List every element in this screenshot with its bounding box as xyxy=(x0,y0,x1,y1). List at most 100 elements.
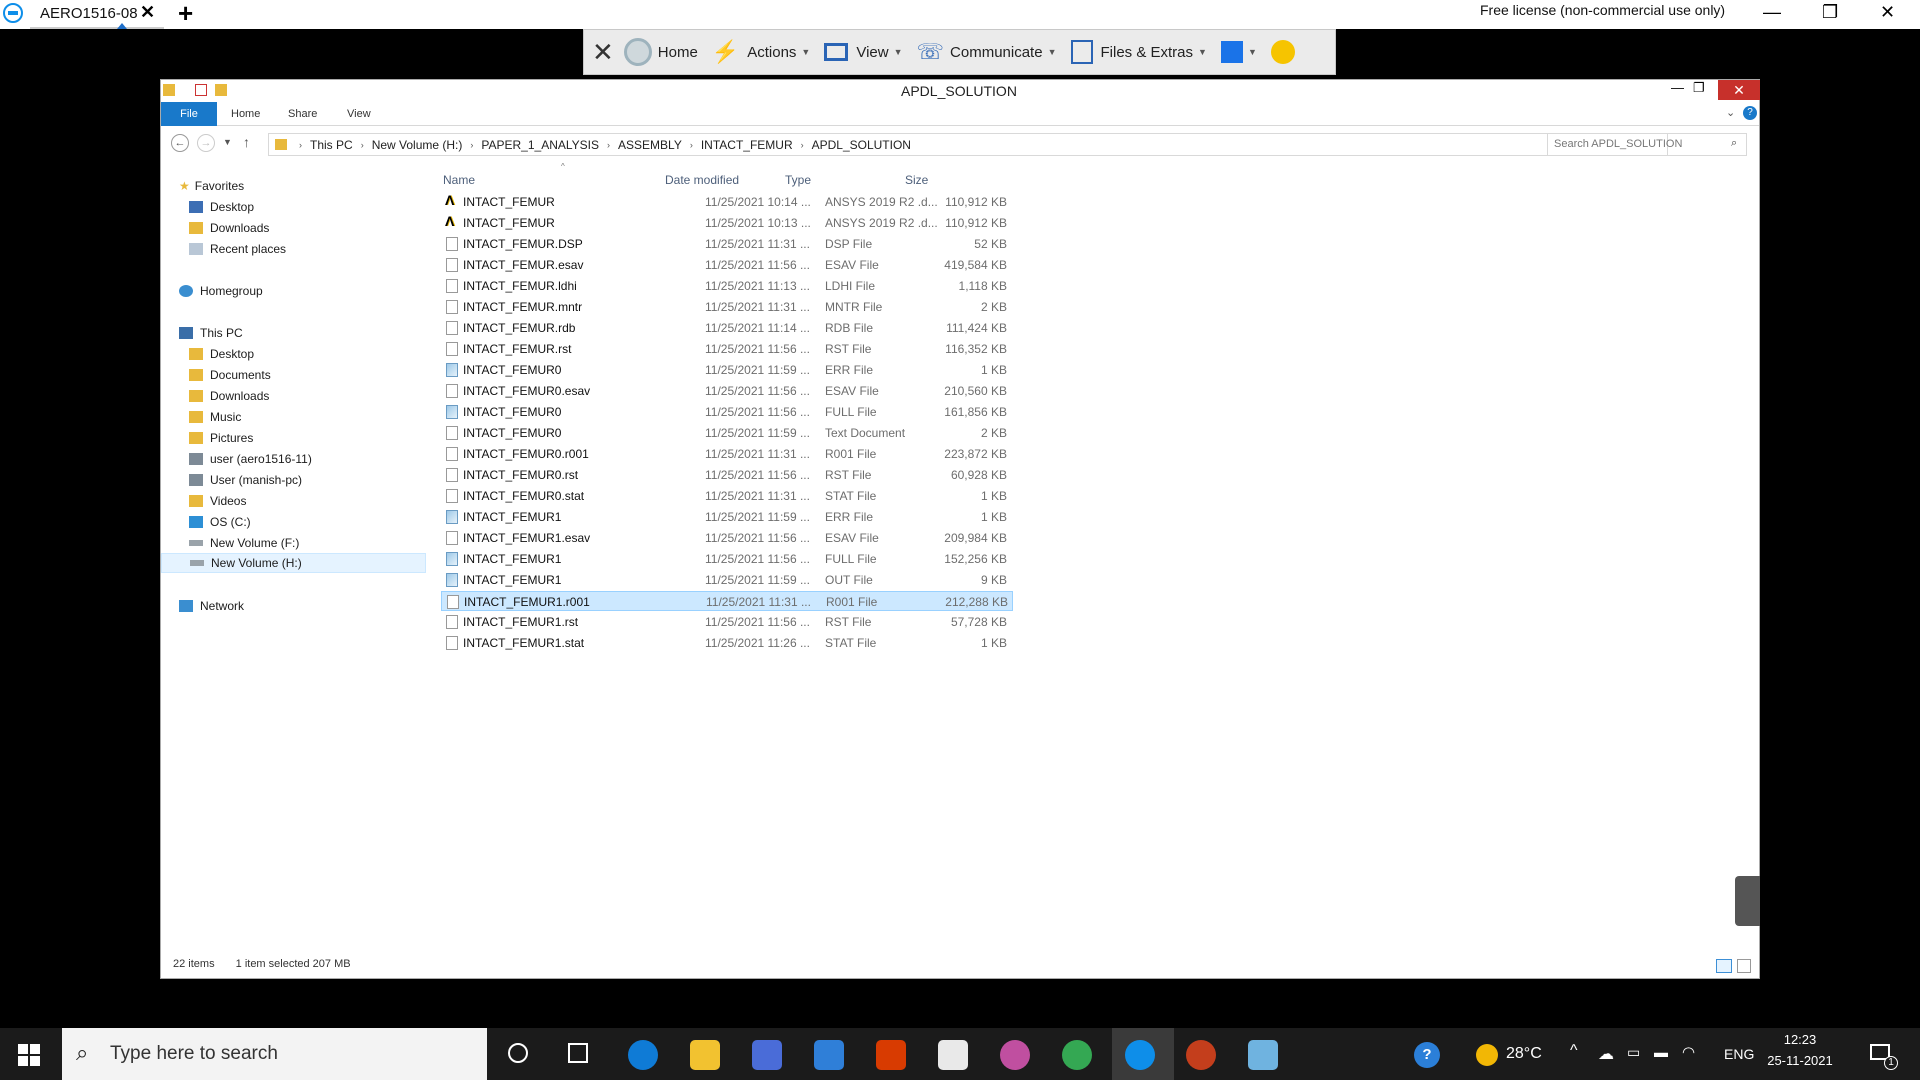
sidebar-item-os-c[interactable]: OS (C:) xyxy=(189,512,251,532)
file-row[interactable]: INTACT_FEMUR0.rst 11/25/2021 11:56 ... RST… xyxy=(441,465,1013,485)
onedrive-icon[interactable]: ☁ xyxy=(1598,1044,1614,1064)
breadcrumb-assembly[interactable]: ASSEMBLY xyxy=(618,138,682,152)
sidebar-item-volume-h[interactable]: New Volume (H:) xyxy=(161,553,426,573)
file-row[interactable]: INTACT_FEMUR1 11/25/2021 11:56 ... FULL Fi… xyxy=(441,549,1013,569)
file-row[interactable]: INTACT_FEMUR0.esav 11/25/2021 11:56 ... ES… xyxy=(441,381,1013,401)
file-row[interactable]: INTACT_FEMUR11/25/2021 10:14 ...ANSYS 20… xyxy=(441,192,1013,212)
column-header-name[interactable]: Name xyxy=(443,173,475,187)
column-header-date[interactable]: Date modified xyxy=(665,173,739,187)
weather-temperature[interactable]: 28°C xyxy=(1506,1045,1542,1063)
minimize-icon[interactable]: — xyxy=(1671,80,1684,95)
sidebar-item-network-drive-2[interactable]: User (manish-pc) xyxy=(189,470,302,490)
breadcrumb-intact-femur[interactable]: INTACT_FEMUR xyxy=(701,138,793,152)
up-icon[interactable]: ↑ xyxy=(243,134,250,150)
mail-icon[interactable] xyxy=(814,1040,844,1070)
sidebar-item-network[interactable]: Network xyxy=(179,596,244,616)
column-header-type[interactable]: Type xyxy=(785,173,811,187)
close-tab-icon[interactable]: ✕ xyxy=(140,2,155,23)
new-folder-icon[interactable] xyxy=(215,84,227,96)
file-row[interactable]: INTACT_FEMUR1 11/25/2021 11:59 ... OUT Fil… xyxy=(441,570,1013,590)
sidebar-item-homegroup[interactable]: Homegroup xyxy=(179,281,263,301)
file-row[interactable]: INTACT_FEMUR.rst 11/25/2021 11:56 ... RST … xyxy=(441,339,1013,359)
expand-ribbon-icon[interactable]: ⌄ xyxy=(1726,106,1735,119)
breadcrumb-separator[interactable]: › xyxy=(801,140,804,150)
mechanical-app-icon[interactable] xyxy=(1248,1040,1278,1070)
close-session-icon[interactable]: ✕ xyxy=(592,37,614,68)
language-indicator[interactable]: ENG xyxy=(1724,1046,1754,1062)
cortana-icon[interactable] xyxy=(508,1043,528,1063)
battery-icon[interactable]: ▬ xyxy=(1654,1044,1668,1060)
sidebar-item-pc-downloads[interactable]: Downloads xyxy=(189,386,269,406)
file-row[interactable]: INTACT_FEMUR.ldhi 11/25/2021 11:13 ... LDH… xyxy=(441,276,1013,296)
large-icons-view-icon[interactable] xyxy=(1737,959,1751,973)
feedback-smiley-icon[interactable] xyxy=(1270,40,1295,64)
address-bar[interactable]: › This PC › New Volume (H:) › PAPER_1_AN… xyxy=(268,133,1668,156)
file-row[interactable]: INTACT_FEMUR0.r001 11/25/2021 11:31 ... R0… xyxy=(441,444,1013,464)
edge-icon[interactable] xyxy=(628,1040,658,1070)
breadcrumb-this-pc[interactable]: This PC xyxy=(310,138,353,152)
file-row[interactable]: INTACT_FEMUR0 11/25/2021 11:56 ... FULL Fi… xyxy=(441,402,1013,422)
breadcrumb-separator[interactable]: › xyxy=(690,140,693,150)
column-header-size[interactable]: Size xyxy=(905,173,928,187)
file-row[interactable]: INTACT_FEMUR0.stat 11/25/2021 11:31 ... ST… xyxy=(441,486,1013,506)
details-view-icon[interactable] xyxy=(1716,959,1732,973)
search-icon[interactable]: ⌕ xyxy=(1731,137,1737,150)
breadcrumb-separator[interactable]: › xyxy=(607,140,610,150)
close-window-icon[interactable]: ✕ xyxy=(1880,2,1895,23)
maximize-icon[interactable]: ❐ xyxy=(1693,80,1705,96)
help-icon[interactable]: ? xyxy=(1743,106,1757,120)
sidebar-item-volume-f[interactable]: New Volume (F:) xyxy=(189,533,299,553)
sidebar-item-music[interactable]: Music xyxy=(189,407,241,427)
file-row[interactable]: INTACT_FEMUR0 11/25/2021 11:59 ... ERR Fil… xyxy=(441,360,1013,380)
teamviewer-side-handle[interactable] xyxy=(1735,876,1760,926)
session-tab[interactable]: AERO1516-08 ✕ xyxy=(30,0,164,29)
sidebar-item-favorites[interactable]: ★ Favorites xyxy=(179,176,244,196)
file-row[interactable]: INTACT_FEMUR1.rst 11/25/2021 11:56 ... RST… xyxy=(441,612,1013,632)
office-icon[interactable] xyxy=(876,1040,906,1070)
sidebar-item-downloads[interactable]: Downloads xyxy=(189,218,269,238)
communicate-menu[interactable]: ☏ Communicate ▼ xyxy=(917,39,1057,65)
home-button[interactable]: Home xyxy=(623,38,698,66)
breadcrumb-separator[interactable]: › xyxy=(470,140,473,150)
search-input[interactable]: Search APDL_SOLUTION xyxy=(1547,133,1747,156)
new-tab-icon[interactable]: + xyxy=(178,0,193,29)
sidebar-item-network-drive-1[interactable]: user (aero1516-11) xyxy=(189,449,312,469)
file-explorer-icon[interactable] xyxy=(690,1040,720,1070)
store-icon[interactable] xyxy=(752,1040,782,1070)
sidebar-item-pictures[interactable]: Pictures xyxy=(189,428,253,448)
sidebar-item-this-pc[interactable]: This PC xyxy=(179,323,243,343)
files-extras-menu[interactable]: Files & Extras ▼ xyxy=(1070,40,1207,64)
breadcrumb-apdl-solution[interactable]: APDL_SOLUTION xyxy=(812,138,911,152)
actions-menu[interactable]: ⚡ Actions ▼ xyxy=(712,39,811,65)
sidebar-item-documents[interactable]: Documents xyxy=(189,365,271,385)
properties-icon[interactable] xyxy=(195,84,207,96)
tab-home[interactable]: Home xyxy=(231,108,260,120)
file-row[interactable]: INTACT_FEMUR.esav 11/25/2021 11:56 ... ESA… xyxy=(441,255,1013,275)
forward-icon[interactable]: → xyxy=(197,134,215,152)
teamviewer-icon[interactable] xyxy=(1125,1040,1155,1070)
file-row[interactable]: INTACT_FEMUR.mntr 11/25/2021 11:31 ... MNT… xyxy=(441,297,1013,317)
file-row[interactable]: INTACT_FEMUR11/25/2021 10:13 ...ANSYS 20… xyxy=(441,213,1013,233)
document-app-icon[interactable] xyxy=(938,1040,968,1070)
breadcrumb-separator[interactable]: › xyxy=(361,140,364,150)
restore-icon[interactable]: ❐ xyxy=(1822,2,1838,23)
clock[interactable]: 12:23 25-11-2021 xyxy=(1760,1032,1840,1068)
file-row[interactable]: INTACT_FEMUR1.r001 11/25/2021 11:31 ... R0… xyxy=(441,591,1013,611)
sidebar-item-pc-desktop[interactable]: Desktop xyxy=(189,344,254,364)
help-icon[interactable]: ? xyxy=(1414,1042,1440,1068)
minimize-icon[interactable]: — xyxy=(1763,2,1781,23)
breadcrumb-new-volume[interactable]: New Volume (H:) xyxy=(372,138,463,152)
powerpoint-icon[interactable] xyxy=(1186,1040,1216,1070)
sidebar-item-recent[interactable]: Recent places xyxy=(189,239,286,259)
breadcrumb-separator[interactable]: › xyxy=(299,140,302,150)
start-button[interactable] xyxy=(18,1044,40,1066)
close-window-icon[interactable]: ✕ xyxy=(1718,80,1760,100)
back-icon[interactable]: ← xyxy=(171,134,189,152)
task-view-icon[interactable] xyxy=(568,1043,588,1063)
file-row[interactable]: INTACT_FEMUR.rdb 11/25/2021 11:14 ... RDB … xyxy=(441,318,1013,338)
sidebar-item-videos[interactable]: Videos xyxy=(189,491,246,511)
taskbar-search-box[interactable]: ⌕ Type here to search xyxy=(62,1028,487,1080)
breadcrumb-paper[interactable]: PAPER_1_ANALYSIS xyxy=(481,138,599,152)
recent-locations-icon[interactable]: ▼ xyxy=(223,137,232,147)
show-hidden-icons-icon[interactable]: ^ xyxy=(1570,1042,1578,1060)
